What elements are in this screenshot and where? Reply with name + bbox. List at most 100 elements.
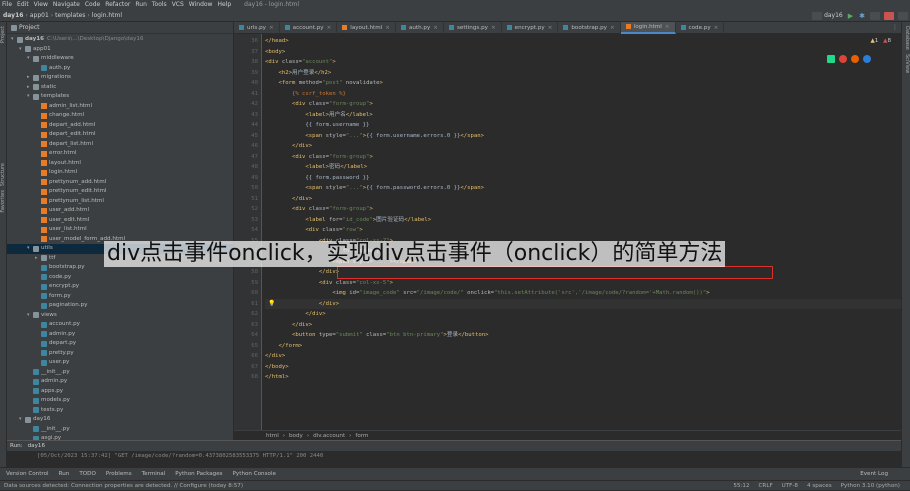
code-line[interactable]: {{ form.password }} bbox=[265, 173, 369, 184]
menu-item[interactable]: Tools bbox=[152, 1, 167, 8]
tree-item[interactable]: apps.py bbox=[7, 387, 233, 397]
tree-item[interactable]: prettynum_edit.html bbox=[7, 187, 233, 197]
code-line[interactable]: <div class="account"> bbox=[265, 57, 336, 68]
left-strip-project[interactable]: Project bbox=[0, 26, 6, 43]
inspection-summary[interactable]: ▲1 ▲8 bbox=[870, 38, 891, 44]
tree-item[interactable]: depart.py bbox=[7, 339, 233, 349]
editor-breadcrumb-item[interactable]: form bbox=[355, 433, 368, 439]
code-line[interactable]: <h2>用户登录</h2> bbox=[265, 68, 331, 79]
code-area[interactable]: </head> <body> <div class="account"> <h2>用… bbox=[265, 34, 901, 430]
stop-icon[interactable] bbox=[884, 11, 894, 20]
editor-breadcrumb-item[interactable]: body bbox=[289, 433, 303, 439]
tree-item[interactable]: ▾ app01 bbox=[7, 45, 233, 55]
editor-tab[interactable]: settings.py × bbox=[444, 21, 502, 34]
code-line[interactable]: <div class="form-group"> bbox=[265, 204, 373, 215]
right-strip-database[interactable]: Database bbox=[904, 26, 910, 50]
editor-tab[interactable]: layout.html × bbox=[337, 21, 396, 34]
editor-tab[interactable]: encrypt.py × bbox=[502, 21, 559, 34]
chrome-icon[interactable] bbox=[839, 55, 847, 63]
tree-item[interactable]: pagination.py bbox=[7, 301, 233, 311]
tree-item[interactable]: ▾ templates bbox=[7, 92, 233, 102]
tree-item[interactable]: ▸ static bbox=[7, 83, 233, 93]
tree-item[interactable]: prettynum_add.html bbox=[7, 178, 233, 188]
tree-item[interactable]: depart_add.html bbox=[7, 121, 233, 131]
coverage-icon[interactable] bbox=[870, 11, 880, 20]
close-icon[interactable]: × bbox=[491, 25, 496, 31]
code-line[interactable]: </div> bbox=[265, 309, 325, 320]
left-strip-structure[interactable]: Structure bbox=[0, 163, 6, 186]
tree-item[interactable]: error.html bbox=[7, 149, 233, 159]
bottom-tab[interactable]: TODO bbox=[79, 471, 96, 477]
tree-item[interactable]: auth.py bbox=[7, 64, 233, 74]
editor-tab[interactable]: code.py × bbox=[676, 21, 725, 34]
code-editor[interactable]: 3637383940414243444546474849505152535455… bbox=[234, 34, 901, 430]
code-line[interactable]: <label>用户名</label> bbox=[265, 110, 372, 121]
tree-item[interactable]: ▸ migrations bbox=[7, 73, 233, 83]
editor-breadcrumb-item[interactable]: div.account bbox=[313, 433, 345, 439]
code-line[interactable]: </html> bbox=[265, 372, 289, 383]
menu-item[interactable]: Run bbox=[135, 1, 147, 8]
bottom-tab[interactable]: Problems bbox=[106, 471, 132, 477]
tree-item[interactable]: ▾ day16 bbox=[7, 415, 233, 425]
menu-item[interactable]: VCS bbox=[172, 1, 184, 8]
code-line[interactable]: </div> bbox=[265, 351, 285, 362]
tree-item[interactable]: tests.py bbox=[7, 406, 233, 416]
code-line[interactable]: <body> bbox=[265, 47, 285, 58]
bottom-tab[interactable]: Version Control bbox=[6, 471, 49, 477]
editor-tab[interactable]: urls.py × bbox=[234, 21, 280, 34]
code-line[interactable]: <label>密码</label> bbox=[265, 162, 367, 173]
breadcrumb-item[interactable]: day16 bbox=[3, 12, 23, 19]
edge-icon[interactable] bbox=[863, 55, 871, 63]
menu-item[interactable]: Refactor bbox=[105, 1, 130, 8]
tree-item[interactable]: models.py bbox=[7, 396, 233, 406]
close-icon[interactable]: × bbox=[665, 24, 670, 30]
breadcrumb-item[interactable]: login.html bbox=[92, 12, 122, 19]
close-icon[interactable]: × bbox=[610, 25, 615, 31]
menu-item[interactable]: Edit bbox=[17, 1, 29, 8]
close-icon[interactable]: × bbox=[327, 25, 332, 31]
tree-item[interactable]: __init__.py bbox=[7, 425, 233, 435]
close-icon[interactable]: × bbox=[269, 25, 274, 31]
add-config-icon[interactable] bbox=[812, 11, 823, 20]
menu-item[interactable]: Window bbox=[189, 1, 213, 8]
bottom-tab[interactable]: Terminal bbox=[142, 471, 166, 477]
code-line[interactable]: </div> bbox=[265, 194, 312, 205]
tree-item[interactable]: admin.py bbox=[7, 377, 233, 387]
code-line[interactable]: <div class="row"> bbox=[265, 225, 362, 236]
code-line[interactable]: </form> bbox=[265, 341, 302, 352]
tree-item[interactable]: admin.py bbox=[7, 330, 233, 340]
code-line[interactable]: <button type="submit" class="btn btn-pri… bbox=[265, 330, 488, 341]
close-icon[interactable]: × bbox=[548, 25, 553, 31]
tree-item[interactable]: change.html bbox=[7, 111, 233, 121]
tree-item[interactable]: depart_list.html bbox=[7, 140, 233, 150]
menu-item[interactable]: Help bbox=[217, 1, 231, 8]
code-line[interactable]: <form method="post" novalidate> bbox=[265, 78, 382, 89]
tree-item[interactable]: form.py bbox=[7, 292, 233, 302]
code-line[interactable]: <label for="id_code">图片验证码</label> bbox=[265, 215, 431, 226]
breadcrumb-item[interactable]: templates bbox=[55, 12, 85, 19]
code-line[interactable]: </div> bbox=[265, 267, 339, 278]
tab-overflow-icon[interactable]: ⋮ bbox=[892, 24, 898, 31]
close-icon[interactable]: × bbox=[385, 25, 390, 31]
code-line[interactable]: <div class="form-group"> bbox=[265, 99, 373, 110]
menu-item[interactable]: File bbox=[2, 1, 12, 8]
code-line[interactable]: </div> bbox=[265, 299, 339, 310]
tree-item[interactable]: ▾ day16 C:\Users\...\Desktop\Django\day16 bbox=[7, 35, 233, 45]
firefox-icon[interactable] bbox=[851, 55, 859, 63]
editor-tab[interactable]: account.py × bbox=[280, 21, 338, 34]
bottom-tab[interactable]: Python Packages bbox=[175, 471, 222, 477]
code-line[interactable]: </div> bbox=[265, 320, 312, 331]
code-line[interactable]: {{ form.username }} bbox=[265, 120, 369, 131]
bottom-tab[interactable]: Run bbox=[59, 471, 70, 477]
bottom-tab[interactable]: Python Console bbox=[233, 471, 276, 477]
code-line[interactable]: {% csrf_token %} bbox=[265, 89, 346, 100]
search-icon[interactable] bbox=[898, 11, 908, 20]
tree-item[interactable]: admin_list.html bbox=[7, 102, 233, 112]
close-icon[interactable]: × bbox=[433, 25, 438, 31]
menu-item[interactable]: Code bbox=[85, 1, 100, 8]
tree-item[interactable]: __init__.py bbox=[7, 368, 233, 378]
tree-item[interactable]: depart_edit.html bbox=[7, 130, 233, 140]
tree-item[interactable]: login.html bbox=[7, 168, 233, 178]
right-strip-sciview[interactable]: SciView bbox=[904, 54, 910, 73]
debug-icon[interactable]: ✱ bbox=[859, 12, 865, 20]
